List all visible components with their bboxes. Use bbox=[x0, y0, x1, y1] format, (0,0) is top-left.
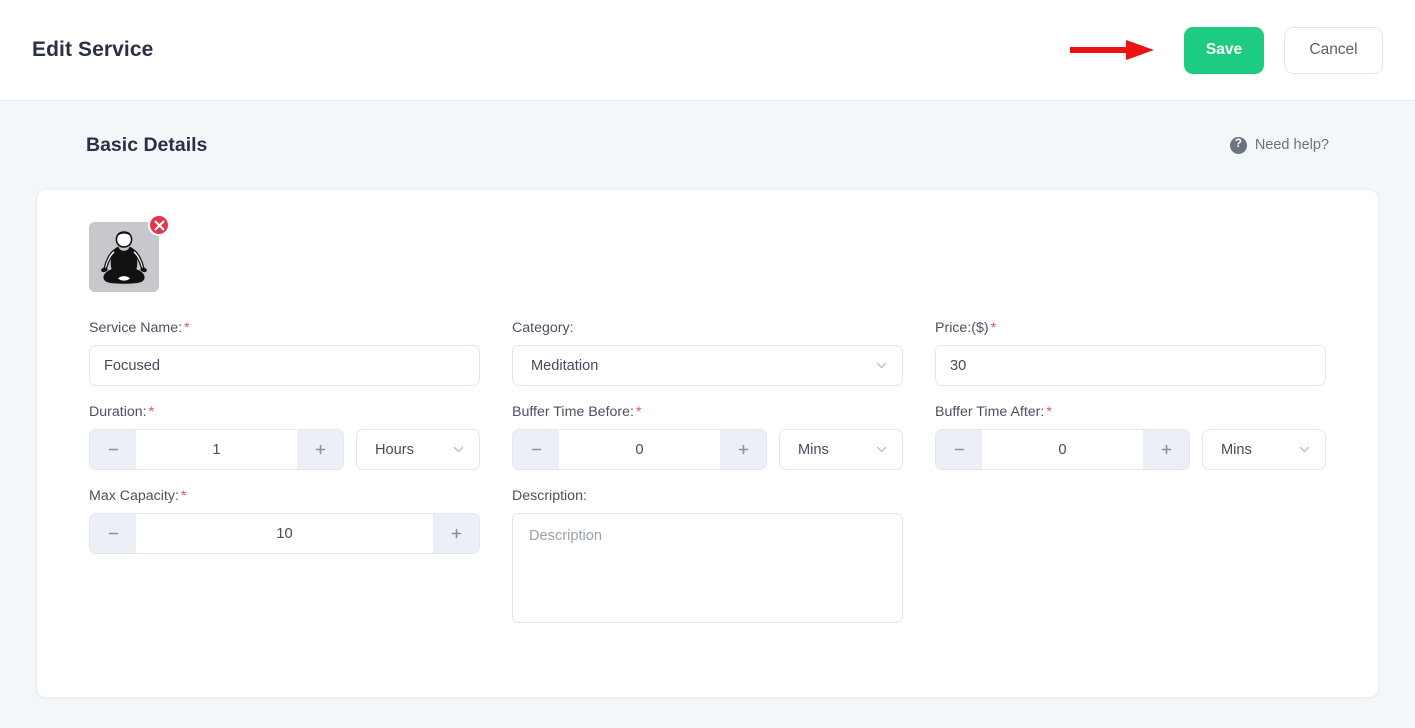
plus-icon bbox=[1161, 444, 1171, 455]
buffer-after-increment-button[interactable] bbox=[1143, 430, 1189, 469]
duration-label-text: Duration: bbox=[89, 404, 147, 420]
top-bar-actions: Save Cancel bbox=[1068, 26, 1383, 74]
description-textarea[interactable] bbox=[512, 513, 903, 623]
section-header: Basic Details ? Need help? bbox=[36, 101, 1379, 189]
required-asterisk: * bbox=[180, 488, 187, 504]
form-row-1: Service Name:* Category: Meditation Pric… bbox=[89, 320, 1326, 404]
buffer-before-decrement-button[interactable] bbox=[513, 430, 559, 469]
chevron-down-icon bbox=[876, 446, 887, 453]
max-capacity-increment-button[interactable] bbox=[433, 514, 479, 553]
field-buffer-after: Buffer Time After: * 0 Mins bbox=[935, 404, 1326, 470]
buffer-before-unit-value: Mins bbox=[798, 441, 829, 458]
close-x-icon bbox=[154, 220, 164, 230]
minus-icon bbox=[531, 448, 541, 451]
minus-icon bbox=[954, 448, 964, 451]
cancel-button[interactable]: Cancel bbox=[1284, 26, 1383, 74]
buffer-before-value[interactable]: 0 bbox=[559, 430, 720, 469]
duration-unit-value: Hours bbox=[375, 441, 414, 458]
duration-decrement-button[interactable] bbox=[90, 430, 136, 469]
field-price: Price:($) * bbox=[935, 320, 1326, 386]
field-service-name: Service Name: * bbox=[89, 320, 480, 386]
category-select[interactable]: Meditation bbox=[512, 345, 903, 386]
buffer-before-unit-select[interactable]: Mins bbox=[779, 429, 903, 470]
basic-details-card: Service Name:* Category: Meditation Pric… bbox=[36, 189, 1379, 698]
buffer-after-decrement-button[interactable] bbox=[936, 430, 982, 469]
required-asterisk: * bbox=[635, 404, 642, 420]
buffer-after-unit-select[interactable]: Mins bbox=[1202, 429, 1326, 470]
buffer-before-label: Buffer Time Before: * bbox=[512, 404, 903, 420]
category-selected-value: Meditation bbox=[531, 357, 599, 374]
max-capacity-decrement-button[interactable] bbox=[90, 514, 136, 553]
empty-grid-cell bbox=[935, 488, 1326, 646]
category-label: Category: bbox=[512, 320, 903, 336]
field-duration: Duration: * 1 Hours bbox=[89, 404, 480, 470]
form-row-2: Duration: * 1 Hours Buffer Time Before: … bbox=[89, 404, 1326, 488]
required-asterisk: * bbox=[184, 320, 190, 336]
duration-increment-button[interactable] bbox=[297, 430, 343, 469]
question-mark-icon: ? bbox=[1229, 136, 1247, 154]
category-label-text: Category: bbox=[512, 320, 574, 336]
max-capacity-stepper: 10 bbox=[89, 513, 480, 554]
max-capacity-label-text: Max Capacity: bbox=[89, 488, 179, 504]
meditation-pose-thumbnail[interactable] bbox=[89, 222, 159, 292]
page-title: Edit Service bbox=[32, 38, 154, 61]
required-asterisk: * bbox=[990, 320, 997, 336]
service-image-uploader[interactable] bbox=[89, 214, 170, 292]
plus-icon bbox=[738, 444, 748, 455]
service-name-input[interactable] bbox=[89, 345, 480, 386]
price-input[interactable] bbox=[935, 345, 1326, 386]
max-capacity-value[interactable]: 10 bbox=[136, 514, 433, 553]
minus-icon bbox=[108, 448, 118, 451]
buffer-after-label: Buffer Time After: * bbox=[935, 404, 1326, 420]
section-title: Basic Details bbox=[86, 133, 208, 156]
top-bar: Edit Service Save Cancel bbox=[0, 0, 1415, 101]
buffer-after-unit-value: Mins bbox=[1221, 441, 1252, 458]
plus-icon bbox=[315, 444, 325, 455]
buffer-before-increment-button[interactable] bbox=[720, 430, 766, 469]
buffer-after-controls: 0 Mins bbox=[935, 429, 1326, 470]
buffer-after-stepper: 0 bbox=[935, 429, 1190, 470]
max-capacity-label: Max Capacity: * bbox=[89, 488, 480, 504]
buffer-before-controls: 0 Mins bbox=[512, 429, 903, 470]
price-label-text: Price:($) bbox=[935, 320, 989, 336]
chevron-down-icon bbox=[453, 446, 464, 453]
buffer-before-label-text: Buffer Time Before: bbox=[512, 404, 634, 420]
field-max-capacity: Max Capacity: * 10 bbox=[89, 488, 480, 628]
save-button[interactable]: Save bbox=[1184, 26, 1264, 74]
duration-value[interactable]: 1 bbox=[136, 430, 297, 469]
duration-stepper: 1 bbox=[89, 429, 344, 470]
duration-label: Duration: * bbox=[89, 404, 480, 420]
buffer-before-stepper: 0 bbox=[512, 429, 767, 470]
description-label-text: Description: bbox=[512, 488, 587, 504]
required-asterisk: * bbox=[1046, 404, 1052, 420]
minus-icon bbox=[108, 532, 118, 535]
duration-controls: 1 Hours bbox=[89, 429, 480, 470]
buffer-after-label-text: Buffer Time After: bbox=[935, 404, 1045, 420]
plus-icon bbox=[451, 528, 461, 539]
field-description: Description: bbox=[512, 488, 903, 628]
content-area: Basic Details ? Need help? Service Name:… bbox=[0, 101, 1415, 698]
form-row-3: Max Capacity: * 10 Description: bbox=[89, 488, 1326, 646]
price-label: Price:($) * bbox=[935, 320, 1326, 336]
buffer-after-value[interactable]: 0 bbox=[982, 430, 1143, 469]
chevron-down-icon bbox=[1299, 446, 1310, 453]
chevron-down-icon bbox=[876, 362, 887, 369]
description-label: Description: bbox=[512, 488, 903, 504]
need-help-label: Need help? bbox=[1254, 137, 1329, 153]
remove-image-button[interactable] bbox=[148, 214, 170, 236]
field-buffer-before: Buffer Time Before: * 0 Mins bbox=[512, 404, 903, 470]
red-arrow-annotation-icon bbox=[1070, 40, 1154, 60]
field-category: Category: Meditation bbox=[512, 320, 903, 386]
service-name-label-text: Service Name: bbox=[89, 320, 183, 336]
duration-unit-select[interactable]: Hours bbox=[356, 429, 480, 470]
service-name-label: Service Name: * bbox=[89, 320, 480, 336]
need-help-link[interactable]: ? Need help? bbox=[1229, 136, 1329, 154]
required-asterisk: * bbox=[148, 404, 155, 420]
